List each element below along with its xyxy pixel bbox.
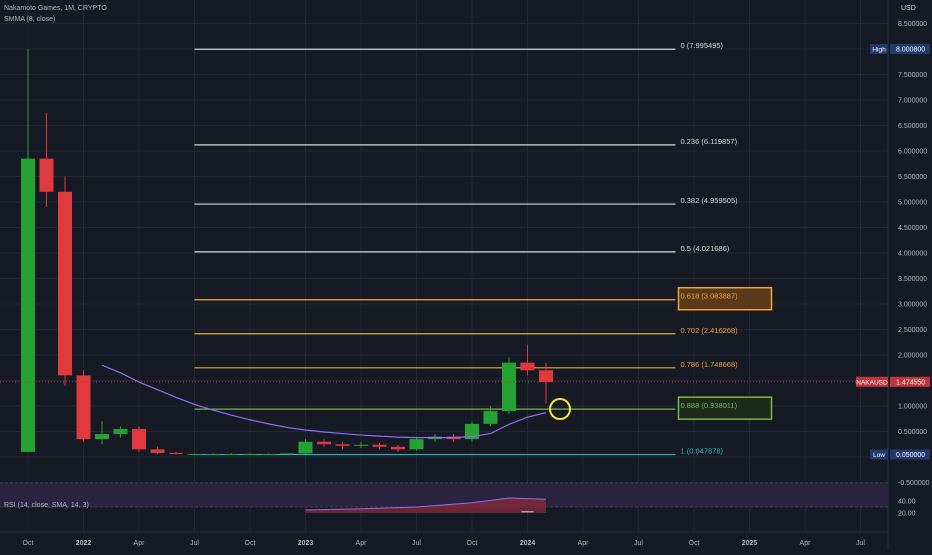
candle-body: [298, 441, 313, 454]
y-tick-label: 7.000000: [898, 98, 927, 105]
candle-body: [21, 158, 35, 452]
candle-body: [520, 362, 535, 371]
y-tick-label: 2.500000: [898, 327, 927, 334]
fib-level-label: 0.382 (4.959505): [681, 196, 739, 205]
y-tick-label: 5.000000: [898, 200, 927, 207]
x-tick-label: Oct: [467, 540, 478, 547]
x-tick-label: Jul: [634, 540, 643, 547]
candle-body: [317, 441, 331, 445]
candle-body: [169, 452, 183, 454]
fib-level-label: 0.888 (0.938011): [681, 401, 738, 410]
y-tick-label: 7.500000: [898, 72, 927, 79]
candle-body: [261, 453, 276, 455]
fib-level-label: 0 (7.995495): [681, 41, 724, 50]
x-tick-label: Jul: [856, 540, 865, 547]
fib-level-label: 0.786 (1.748668): [681, 360, 739, 369]
y-tick-label: 2.000000: [898, 353, 927, 360]
chart-background: [0, 0, 932, 550]
x-tick-label: Oct: [689, 540, 700, 547]
fib-level-label: 0.618 (3.083887): [681, 292, 739, 301]
y-tick-label: 5.500000: [898, 174, 927, 181]
y-tick-label: 4.500000: [898, 225, 927, 232]
candle-body: [243, 453, 257, 455]
x-tick-label: Oct: [245, 540, 256, 547]
fib-level-label: 0.236 (6.119857): [681, 137, 738, 146]
y-tick-label: 8.500000: [898, 21, 927, 28]
y-tick-label: 3.500000: [898, 276, 927, 283]
candle-body: [150, 449, 165, 453]
y-tick-label: 0.500000: [898, 429, 927, 436]
x-tick-label: Oct: [23, 540, 34, 547]
candle-body: [483, 411, 498, 424]
x-tick-label: 2023: [298, 540, 314, 547]
candle-body: [280, 453, 294, 455]
x-tick-label: 2025: [742, 540, 758, 547]
y-tick-label: 6.000000: [898, 149, 927, 156]
x-tick-label: 2022: [76, 540, 92, 547]
price-tag-name: High: [872, 47, 886, 54]
fib-level-label: 0.702 (2.416268): [681, 326, 739, 335]
candle-body: [206, 453, 220, 455]
y-tick-label: 3.000000: [898, 302, 927, 309]
currency-label[interactable]: USD: [901, 5, 916, 12]
x-tick-label: Apr: [356, 540, 368, 547]
price-tag-value: 8.000800: [896, 47, 925, 54]
fib-level-label: 1 (0.047878): [681, 447, 724, 456]
candle-body: [76, 375, 91, 440]
y-tick-label: 4.000000: [898, 251, 927, 258]
candle-body: [113, 428, 128, 435]
chart-title: Nakamoto Games, 1M, CRYPTO: [4, 5, 107, 12]
x-tick-label: 2024: [520, 540, 536, 547]
candle-body: [539, 370, 553, 383]
price-tag-value: 0.050000: [896, 452, 925, 459]
price-tag-value: 1.474550: [896, 379, 925, 386]
candle-body: [409, 439, 424, 450]
candle-body: [39, 158, 54, 192]
x-tick-label: Apr: [800, 540, 812, 547]
indicator-legend[interactable]: SMMA (8, close): [4, 16, 55, 23]
rsi-tick-label: 20.00: [898, 511, 916, 518]
candle-body: [335, 444, 350, 446]
candle-body: [391, 446, 405, 450]
candle-body: [354, 444, 368, 446]
x-tick-label: Jul: [190, 540, 199, 547]
rsi-legend[interactable]: RSI (14, close, SMA, 14, 3): [4, 502, 89, 509]
candle-body: [95, 434, 109, 440]
price-tag-name: Low: [873, 452, 885, 459]
chart-svg[interactable]: 8.5000008.0000007.5000007.0000006.500000…: [0, 0, 932, 550]
rsi-band: [0, 483, 888, 507]
candle-body: [132, 428, 146, 450]
y-tick-label: 6.500000: [898, 123, 927, 130]
candle-body: [187, 453, 202, 455]
x-tick-label: Apr: [578, 540, 590, 547]
rsi-tick-label: 40.00: [898, 499, 916, 506]
price-tag-name: NAKAUSD: [856, 379, 888, 386]
x-tick-label: Jul: [412, 540, 421, 547]
candle-body: [58, 191, 72, 376]
x-tick-label: Apr: [134, 540, 146, 547]
y-tick-label: -0.500000: [898, 480, 930, 487]
chart-root: 8.5000008.0000007.5000007.0000006.500000…: [0, 0, 932, 550]
fib-level-label: 0.5 (4.021686): [681, 244, 730, 253]
candle-body: [372, 444, 387, 447]
candle-body: [502, 362, 516, 412]
y-tick-label: 1.000000: [898, 404, 927, 411]
candle-body: [224, 453, 239, 455]
